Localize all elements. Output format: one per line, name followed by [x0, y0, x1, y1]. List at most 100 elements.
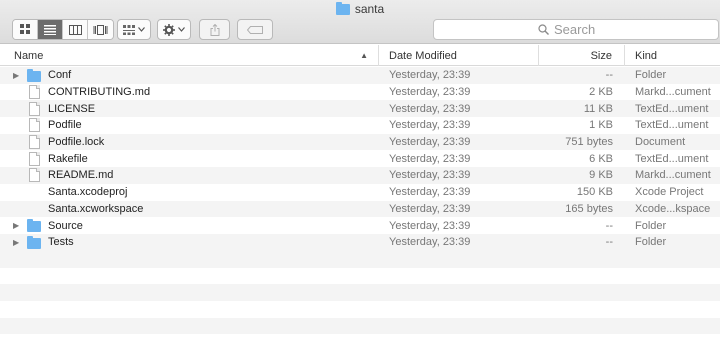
file-kind: Document	[635, 136, 686, 149]
file-size: 751 bytes	[565, 136, 613, 149]
file-kind: Markd...cument	[635, 169, 711, 182]
column-header-size[interactable]: Size	[539, 45, 625, 66]
folder-icon	[27, 219, 41, 233]
document-icon	[29, 151, 40, 166]
document-icon	[29, 135, 40, 150]
file-row[interactable]: Rakefile Yesterday, 23:39 6 KB TextEd...ume…	[0, 150, 720, 168]
search-input[interactable]	[554, 22, 614, 37]
file-name: Rakefile	[48, 152, 88, 165]
gear-icon	[163, 23, 175, 36]
tags-button[interactable]	[237, 19, 273, 40]
list-view-button[interactable]	[38, 20, 63, 39]
disclosure-triangle-icon[interactable]: ▶	[13, 238, 27, 247]
disclosure-triangle-icon[interactable]: ▶	[13, 221, 27, 230]
empty-row	[0, 317, 720, 335]
gallery-view-icon	[93, 24, 108, 35]
column-header-size-label: Size	[590, 49, 612, 62]
folder-icon	[27, 235, 41, 249]
list-view-icon	[44, 24, 56, 35]
column-view-button[interactable]	[63, 20, 88, 39]
file-name: Santa.xcodeproj	[48, 186, 128, 199]
file-name: README.md	[48, 169, 114, 182]
file-size: --	[605, 219, 613, 232]
file-date: Yesterday, 23:39	[389, 152, 471, 165]
grid-view-icon	[19, 24, 30, 34]
file-date: Yesterday, 23:39	[389, 186, 471, 199]
file-date: Yesterday, 23:39	[389, 69, 471, 82]
file-date: Yesterday, 23:39	[389, 202, 471, 215]
empty-row	[0, 267, 720, 285]
file-size: 150 KB	[576, 186, 613, 199]
file-name-cell: Santa.xcworkspace	[0, 202, 379, 216]
file-kind: Markd...cument	[635, 86, 711, 99]
file-name-cell: ▶ Source	[0, 219, 379, 233]
file-kind: Folder	[635, 236, 667, 249]
file-name-cell: CONTRIBUTING.md	[0, 85, 379, 100]
file-row[interactable]: Podfile Yesterday, 23:39 1 KB TextEd...umen…	[0, 117, 720, 134]
file-date: Yesterday, 23:39	[389, 119, 471, 132]
file-row[interactable]: ▶ Source Yesterday, 23:39 -- Folder	[0, 217, 720, 234]
search-field[interactable]	[433, 19, 719, 40]
toolbar: santa	[0, 0, 720, 44]
column-header-date-label: Date Modified	[389, 49, 457, 62]
file-date: Yesterday, 23:39	[389, 136, 471, 149]
file-kind: TextEd...ument	[635, 152, 709, 165]
column-header: Name ▲ Date Modified Size Kind	[0, 45, 720, 66]
document-icon	[29, 101, 40, 116]
column-header-kind[interactable]: Kind	[625, 45, 720, 66]
file-size: --	[605, 236, 613, 249]
file-row[interactable]: ▶ Conf Yesterday, 23:39 -- Folder	[0, 67, 720, 84]
file-date: Yesterday, 23:39	[389, 169, 471, 182]
file-name-cell: Santa.xcodeproj	[0, 185, 379, 199]
arrange-icon	[123, 24, 135, 35]
folder-icon	[335, 1, 350, 15]
file-kind: Xcode...kspace	[635, 202, 711, 215]
file-kind: Folder	[635, 69, 667, 82]
file-kind: TextEd...ument	[635, 119, 709, 132]
window-title: santa	[0, 1, 720, 17]
icon-view-button[interactable]	[13, 20, 38, 39]
file-name: Podfile.lock	[48, 136, 105, 149]
file-date: Yesterday, 23:39	[389, 86, 471, 99]
search-icon	[538, 24, 549, 35]
folder-icon	[27, 68, 41, 82]
file-row[interactable]: ▶ Tests Yesterday, 23:39 -- Folder	[0, 233, 720, 251]
file-row[interactable]: Santa.xcodeproj Yesterday, 23:39 150 KB Xco…	[0, 183, 720, 201]
document-icon	[29, 118, 40, 133]
file-row[interactable]: LICENSE Yesterday, 23:39 11 KB TextEd...ume…	[0, 100, 720, 118]
file-name-cell: ▶ Conf	[0, 68, 379, 82]
arrange-button[interactable]	[117, 19, 151, 40]
file-name: CONTRIBUTING.md	[48, 86, 151, 99]
file-list-empty-area	[0, 251, 720, 335]
file-row[interactable]: Podfile.lock Yesterday, 23:39 751 bytes Doc…	[0, 133, 720, 151]
file-row[interactable]: CONTRIBUTING.md Yesterday, 23:39 2 KB Markd…	[0, 83, 720, 101]
column-header-kind-label: Kind	[635, 49, 658, 62]
file-name-cell: LICENSE	[0, 101, 379, 116]
file-name-cell: ▶ Tests	[0, 235, 379, 249]
disclosure-triangle-icon[interactable]: ▶	[13, 71, 27, 80]
gallery-view-button[interactable]	[88, 20, 113, 39]
column-header-name[interactable]: Name ▲	[0, 45, 379, 66]
file-size: 165 bytes	[565, 202, 613, 215]
file-date: Yesterday, 23:39	[389, 102, 471, 115]
file-list: ▶ Conf Yesterday, 23:39 -- Folder CONTRIBUTIN…	[0, 67, 720, 251]
file-name: Podfile	[48, 119, 82, 132]
share-button[interactable]	[199, 19, 230, 40]
file-date: Yesterday, 23:39	[389, 219, 471, 232]
xcode-file-icon	[27, 202, 41, 216]
file-name-cell: Rakefile	[0, 151, 379, 166]
file-date: Yesterday, 23:39	[389, 236, 471, 249]
file-kind: TextEd...ument	[635, 102, 709, 115]
sort-ascending-icon: ▲	[360, 51, 368, 60]
file-size: --	[605, 69, 613, 82]
file-row[interactable]: README.md Yesterday, 23:39 9 KB Markd...cum…	[0, 167, 720, 184]
file-name: Source	[48, 219, 83, 232]
file-name: Santa.xcworkspace	[48, 202, 144, 215]
tag-icon	[247, 25, 263, 34]
column-header-date[interactable]: Date Modified	[379, 45, 539, 66]
file-size: 1 KB	[589, 119, 613, 132]
action-button[interactable]	[157, 19, 191, 40]
column-header-name-label: Name	[14, 49, 44, 62]
chevron-down-icon	[138, 27, 145, 32]
file-row[interactable]: Santa.xcworkspace Yesterday, 23:39 165 byt…	[0, 200, 720, 218]
